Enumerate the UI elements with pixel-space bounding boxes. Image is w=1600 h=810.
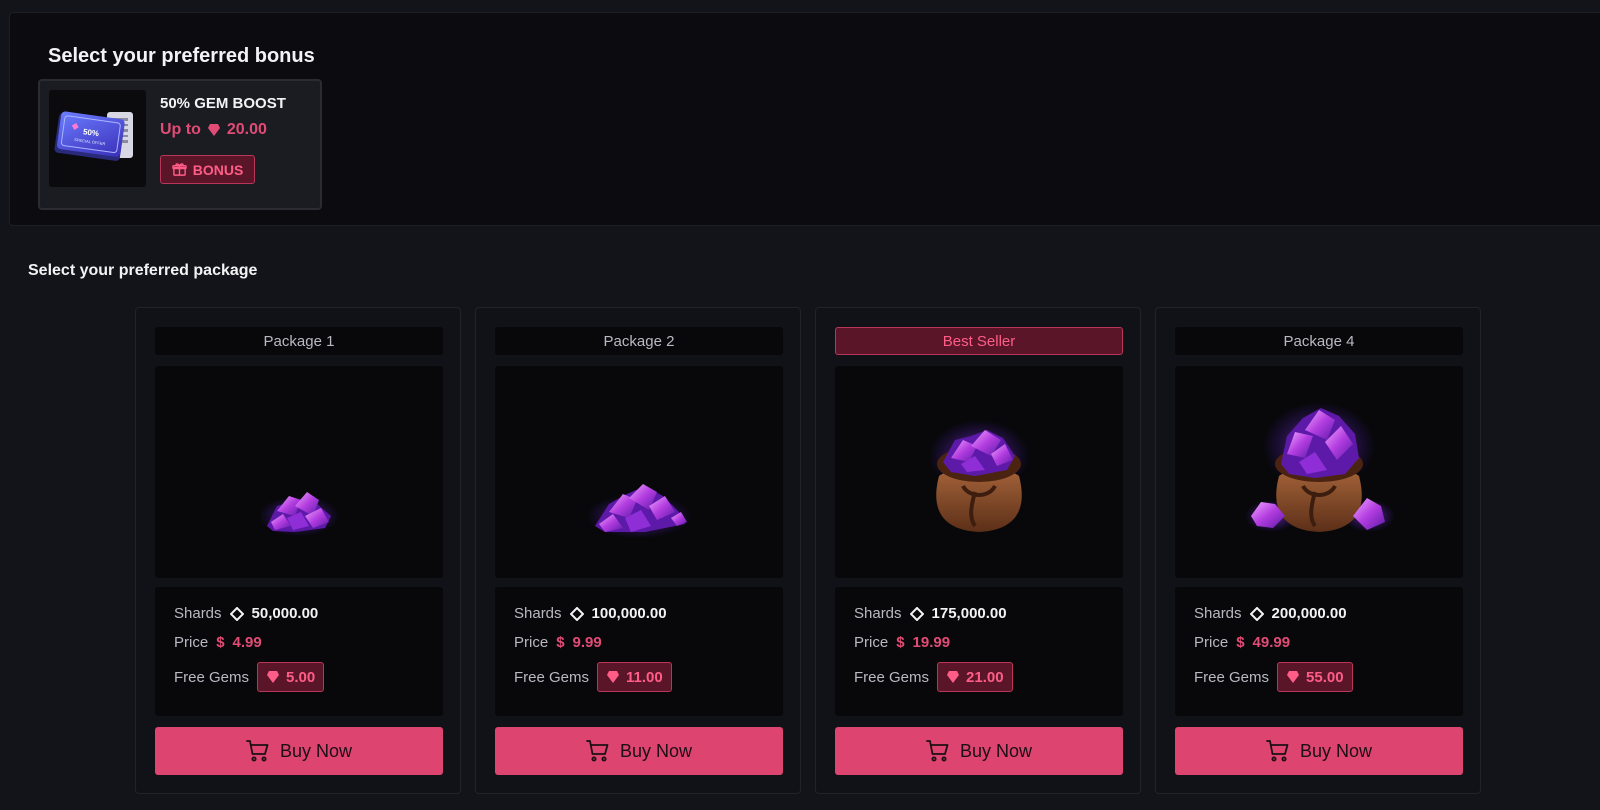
package-image — [155, 366, 443, 578]
price-label: Price — [514, 634, 549, 651]
package-card: Package 4 Shards 200,000.00 Price $ 49.9… — [1155, 307, 1481, 794]
shards-value: 50,000.00 — [251, 605, 319, 622]
free-gems-badge: 55.00 — [1277, 662, 1353, 692]
free-gems-row: Free Gems 55.00 — [1194, 662, 1353, 692]
gem-icon — [946, 670, 960, 684]
buy-now-button[interactable]: Buy Now — [495, 727, 783, 775]
gem-icon — [606, 670, 620, 684]
bonus-thumbnail: 50% SPECIAL OFFER — [49, 90, 146, 187]
shards-row: Shards 100,000.00 — [514, 605, 667, 622]
package-info: Shards 100,000.00 Price $ 9.99 Free Gems… — [495, 587, 783, 716]
shard-diamond-icon — [909, 606, 924, 621]
package-card: Package 1 Shards 50,000.00 Price $ 4.99 … — [135, 307, 461, 794]
bonus-upto-prefix: Up to — [160, 121, 201, 138]
free-gems-value: 21.00 — [966, 668, 1004, 686]
price-row: Price $ 19.99 — [854, 634, 950, 651]
package-section-title: Select your preferred package — [28, 262, 258, 279]
price-row: Price $ 9.99 — [514, 634, 602, 651]
ticket-coupon-icon: 50% SPECIAL OFFER — [54, 111, 133, 161]
shards-row: Shards 175,000.00 — [854, 605, 1007, 622]
shards-label: Shards — [514, 605, 562, 622]
package-image — [495, 366, 783, 578]
gift-icon — [171, 162, 187, 177]
package-card: Package 2 Shards 100,000.00 Price $ 9.99 — [475, 307, 801, 794]
buy-now-label: Buy Now — [959, 740, 1033, 761]
free-gems-label: Free Gems — [174, 668, 250, 686]
currency-symbol: $ — [896, 634, 905, 651]
free-gems-row: Free Gems 5.00 — [174, 662, 325, 692]
free-gems-row: Free Gems 21.00 — [854, 662, 1013, 692]
free-gems-label: Free Gems — [854, 668, 930, 686]
bonus-upto: Up to 20.00 — [160, 121, 267, 139]
free-gems-value: 55.00 — [1306, 668, 1344, 686]
bonus-badge-label: BONUS — [192, 161, 244, 178]
shard-diamond-icon — [1249, 606, 1264, 621]
gem-icon — [1286, 670, 1300, 684]
best-seller-label: Best Seller — [835, 327, 1123, 355]
price-value: 49.99 — [1252, 634, 1291, 651]
package-info: Shards 175,000.00 Price $ 19.99 Free Gem… — [835, 587, 1123, 716]
cart-icon — [586, 739, 610, 763]
free-gems-label: Free Gems — [1194, 668, 1270, 686]
small-gem-pile-icon — [259, 492, 339, 536]
package-image — [835, 366, 1123, 578]
package-label: Package 2 — [495, 327, 783, 355]
currency-symbol: $ — [556, 634, 565, 651]
package-label: Package 1 — [155, 327, 443, 355]
gem-icon — [207, 123, 221, 137]
shard-diamond-icon — [569, 606, 584, 621]
price-label: Price — [1194, 634, 1229, 651]
gem-bag-icon — [929, 420, 1029, 532]
shards-value: 175,000.00 — [931, 605, 1007, 622]
price-label: Price — [174, 634, 209, 651]
free-gems-badge: 5.00 — [257, 662, 325, 692]
gem-pile-icon — [587, 484, 691, 538]
free-gems-badge: 11.00 — [597, 662, 672, 692]
package-info: Shards 200,000.00 Price $ 49.99 Free Gem… — [1175, 587, 1463, 716]
buy-now-label: Buy Now — [619, 740, 693, 761]
package-info: Shards 50,000.00 Price $ 4.99 Free Gems … — [155, 587, 443, 716]
bonus-card-gem-boost[interactable]: 50% SPECIAL OFFER 50% GEM BOOST Up to 20… — [38, 79, 322, 210]
price-row: Price $ 4.99 — [174, 634, 262, 651]
free-gems-row: Free Gems 11.00 — [514, 662, 672, 692]
buy-now-button[interactable]: Buy Now — [155, 727, 443, 775]
cart-icon — [1266, 739, 1290, 763]
price-label: Price — [854, 634, 889, 651]
bonus-name: 50% GEM BOOST — [160, 95, 286, 112]
bonus-panel: Select your preferred bonus 50% SPECIAL … — [9, 12, 1600, 226]
shard-diamond-icon — [229, 606, 244, 621]
price-value: 19.99 — [912, 634, 951, 651]
large-gem-bag-icon — [1245, 402, 1395, 532]
currency-symbol: $ — [1236, 634, 1245, 651]
shards-value: 100,000.00 — [591, 605, 667, 622]
shards-label: Shards — [1194, 605, 1242, 622]
cart-icon — [246, 739, 270, 763]
shards-label: Shards — [854, 605, 902, 622]
free-gems-label: Free Gems — [514, 668, 590, 686]
shards-value: 200,000.00 — [1271, 605, 1347, 622]
buy-now-label: Buy Now — [1299, 740, 1373, 761]
free-gems-value: 11.00 — [626, 668, 663, 686]
price-value: 4.99 — [232, 634, 262, 651]
package-image — [1175, 366, 1463, 578]
buy-now-label: Buy Now — [279, 740, 353, 761]
shards-label: Shards — [174, 605, 222, 622]
currency-symbol: $ — [216, 634, 225, 651]
package-card: Best Seller Shards 175,000.00 Price $ 19… — [815, 307, 1141, 794]
bonus-section-title: Select your preferred bonus — [48, 45, 315, 67]
gem-icon — [266, 670, 280, 684]
free-gems-badge: 21.00 — [937, 662, 1013, 692]
shards-row: Shards 200,000.00 — [1194, 605, 1347, 622]
package-label: Package 4 — [1175, 327, 1463, 355]
price-value: 9.99 — [572, 634, 602, 651]
cart-icon — [926, 739, 950, 763]
bonus-badge[interactable]: BONUS — [160, 155, 255, 184]
free-gems-value: 5.00 — [286, 668, 316, 686]
bonus-upto-value: 20.00 — [226, 121, 267, 138]
buy-now-button[interactable]: Buy Now — [835, 727, 1123, 775]
shards-row: Shards 50,000.00 — [174, 605, 318, 622]
buy-now-button[interactable]: Buy Now — [1175, 727, 1463, 775]
price-row: Price $ 49.99 — [1194, 634, 1290, 651]
